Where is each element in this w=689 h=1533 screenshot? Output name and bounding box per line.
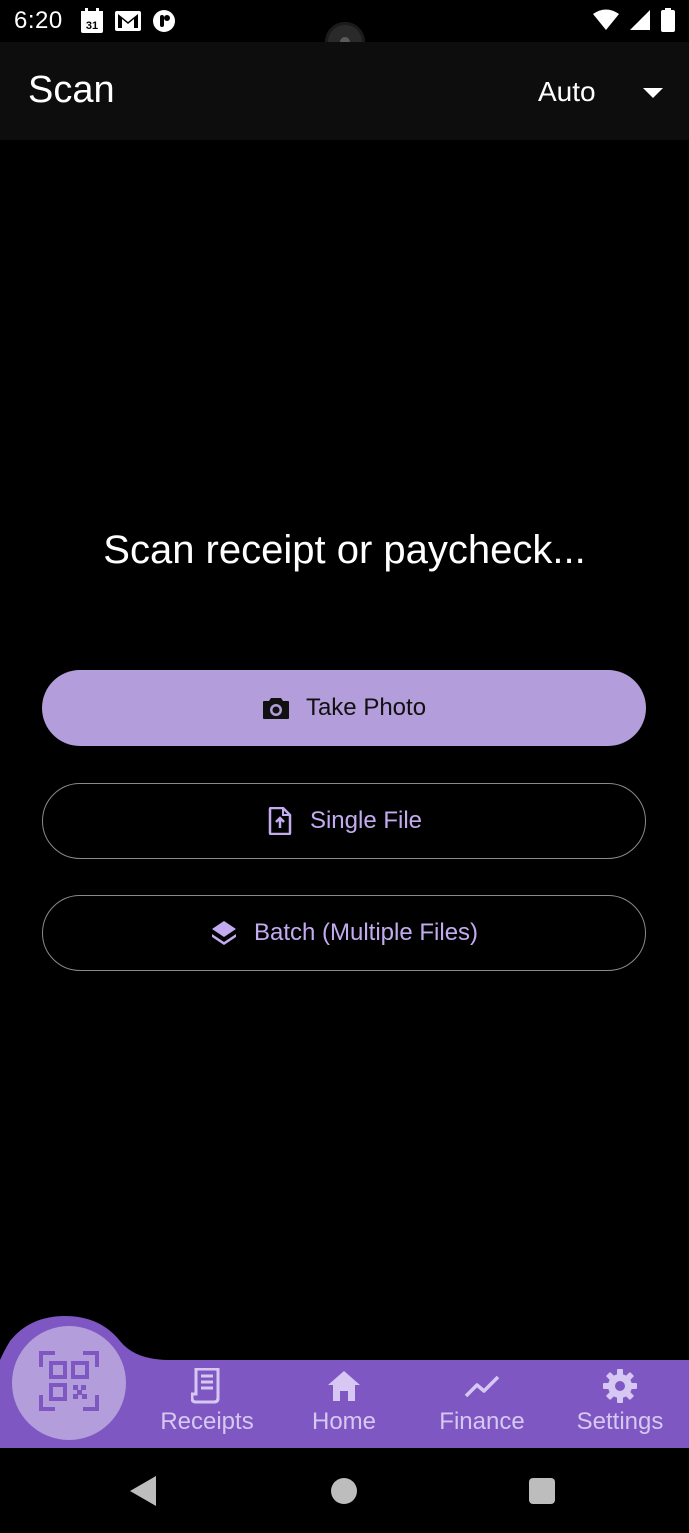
status-time: 6:20	[14, 7, 63, 34]
layers-icon	[210, 919, 238, 947]
calendar-icon: 31	[80, 8, 104, 39]
gmail-icon	[114, 10, 142, 37]
batch-files-label: Batch (Multiple Files)	[253, 919, 479, 946]
camera-icon	[262, 694, 290, 722]
scan-mode-dropdown[interactable]: Auto	[538, 72, 668, 112]
nav-item-finance[interactable]: Finance	[412, 1362, 552, 1446]
nav-label-receipts: Receipts	[160, 1408, 254, 1435]
scan-prompt: Scan receipt or paycheck...	[103, 528, 586, 572]
chevron-down-icon	[643, 88, 663, 98]
batch-files-button[interactable]: Batch (Multiple Files)	[42, 895, 646, 971]
back-icon[interactable]	[130, 1476, 156, 1506]
signal-icon	[629, 9, 651, 36]
app-bar: Scan Auto	[0, 42, 689, 140]
qr-scan-icon	[39, 1350, 99, 1416]
wifi-icon	[593, 9, 619, 36]
receipt-icon	[187, 1366, 227, 1406]
recents-icon[interactable]	[529, 1478, 555, 1504]
scan-nav-button[interactable]	[12, 1326, 126, 1440]
status-notification-icons: 31	[80, 8, 176, 39]
battery-icon	[661, 8, 675, 37]
scan-mode-value: Auto	[538, 76, 596, 107]
take-photo-label: Take Photo	[305, 694, 427, 721]
take-photo-button[interactable]: Take Photo	[42, 670, 646, 746]
nav-item-receipts[interactable]: Receipts	[137, 1362, 277, 1446]
nav-label-finance: Finance	[439, 1408, 525, 1435]
nav-item-home[interactable]: Home	[274, 1362, 414, 1446]
system-home-icon[interactable]	[331, 1478, 357, 1504]
nav-label-settings: Settings	[576, 1408, 664, 1435]
page-title: Scan	[28, 69, 115, 111]
single-file-button[interactable]: Single File	[42, 783, 646, 859]
gear-icon	[600, 1366, 640, 1406]
trending-icon	[462, 1366, 502, 1406]
system-nav-bar	[0, 1448, 689, 1533]
calendar-day: 31	[86, 20, 98, 32]
single-file-label: Single File	[309, 807, 423, 834]
nav-label-home: Home	[311, 1408, 377, 1435]
nav-item-settings[interactable]: Settings	[550, 1362, 689, 1446]
status-system-icons	[593, 8, 675, 37]
file-upload-icon	[266, 807, 294, 835]
home-icon	[324, 1366, 364, 1406]
app-notification-icon	[152, 9, 176, 38]
